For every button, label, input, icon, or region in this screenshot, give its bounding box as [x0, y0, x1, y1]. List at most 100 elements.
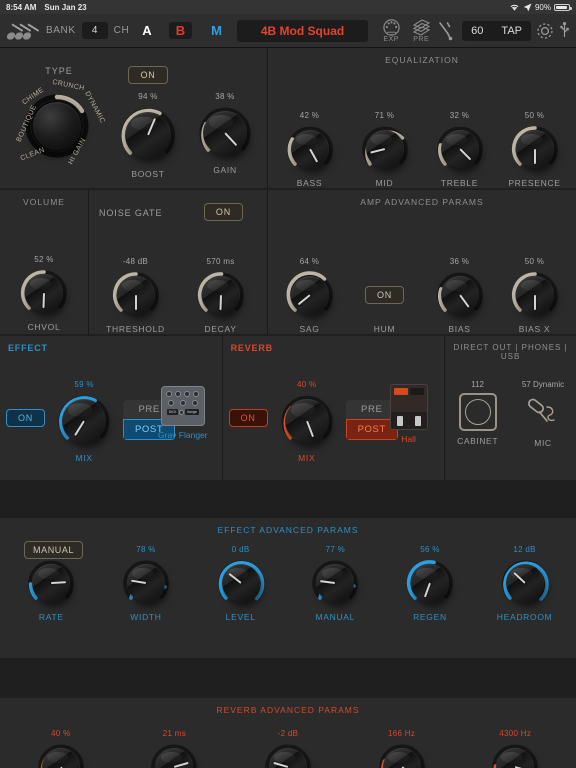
amp-type-selector[interactable]: BOUTIQUE CHIME CRUNCH DYNAMIC HI GAIN CL… [11, 79, 106, 172]
knob-bias: 36 % BIAS [429, 257, 491, 334]
bias-x-knob[interactable] [509, 269, 561, 321]
regen-label: REGEN [413, 612, 447, 622]
usb-icon[interactable] [559, 21, 570, 41]
knob-reverb-mix: 40 % MIX [274, 380, 340, 463]
boost-knob[interactable] [117, 104, 179, 166]
threshold-value: -48 dB [122, 257, 149, 266]
chvol-knob[interactable] [18, 267, 70, 319]
microphone-icon [527, 398, 555, 422]
gain-knob[interactable] [196, 104, 254, 162]
cabinet-selector[interactable]: 112 CABINET [457, 380, 498, 448]
effect-mix-value: 59 % [74, 380, 94, 389]
pre-button[interactable]: PRE [406, 18, 436, 43]
noise-gate-panel: NOISE GATE ON -48 dB THRESHOLD 570 ms DE… [89, 190, 267, 334]
cabinet-value: 112 [471, 380, 484, 389]
midi-din-icon [382, 18, 400, 36]
threshold-label: THRESHOLD [106, 324, 165, 334]
low-cut-value: 166 Hz [388, 729, 416, 738]
channel-b-button[interactable]: B [168, 22, 193, 39]
mid-label: MID [375, 178, 394, 188]
rate-knob[interactable] [25, 557, 77, 609]
reverb-mix-label: MIX [298, 453, 316, 463]
volume-panel: VOLUME 52 % CHVOL [0, 190, 88, 334]
hi-cut-knob[interactable] [489, 741, 541, 768]
reverb-mix-value: 40 % [297, 380, 317, 389]
knob-low-cut: 166 Hz LOW CUT [371, 729, 433, 768]
headroom-label: HEADROOM [496, 612, 553, 622]
tuning-fork-icon[interactable] [436, 19, 458, 43]
bank-label: BANK [46, 25, 76, 36]
knob-hi-cut: 4300 Hz HI CUT [484, 729, 546, 768]
level-fx-value: 0 dB [231, 545, 250, 554]
reverb-mix-knob[interactable] [278, 392, 336, 450]
sag-knob[interactable] [284, 269, 336, 321]
threshold-knob[interactable] [110, 269, 162, 321]
effect-on-button[interactable]: ON [6, 409, 46, 427]
mic-selector[interactable]: 57 Dynamic MIC [522, 380, 564, 448]
eq-title: EQUALIZATION [385, 55, 459, 65]
knob-manual: 77 % MANUAL [304, 545, 366, 622]
preset-name-field[interactable]: 4B Mod Squad [236, 19, 369, 42]
channel-m-button[interactable]: M [204, 22, 229, 39]
noise-gate-on-button[interactable]: ON [203, 203, 243, 221]
effect-title: EFFECT [8, 343, 48, 353]
predelay-knob[interactable] [148, 741, 200, 768]
reverb-title: REVERB [230, 343, 273, 353]
treble-knob[interactable] [434, 123, 486, 175]
level-fx-knob[interactable] [215, 557, 267, 609]
bass-knob[interactable] [284, 123, 336, 175]
rate-label: RATE [38, 612, 64, 622]
tempo-value[interactable]: 60 [462, 21, 492, 41]
effect-pedal-thumb[interactable]: DIGI flange Gray Flanger [158, 386, 208, 440]
presence-label: PRESENCE [508, 178, 561, 188]
knob-threshold: -48 dB THRESHOLD [105, 257, 167, 334]
tap-tempo-button[interactable]: TAP [492, 21, 531, 41]
knob-hum: ON HUM [354, 257, 416, 334]
low-cut-knob[interactable] [376, 741, 428, 768]
ios-status-bar: 8:54 AM Sun Jan 23 90% [0, 0, 576, 14]
manual-value: 77 % [325, 545, 346, 554]
bank-value[interactable]: 4 [81, 22, 108, 39]
channel-a-button[interactable]: A [135, 22, 158, 39]
width-knob[interactable] [120, 557, 172, 609]
width-label: WIDTH [130, 612, 162, 622]
fx-row: EFFECT ON 59 % MIX PRE POST DIGI flange … [0, 336, 576, 480]
exp-label: EXP [383, 35, 399, 43]
headroom-value: 12 dB [513, 545, 536, 554]
tempo-group[interactable]: 60 TAP [462, 20, 531, 41]
battery-icon [554, 3, 572, 11]
decay-knob[interactable] [195, 269, 247, 321]
reverb-on-button[interactable]: ON [228, 409, 268, 427]
three-guitars-icon[interactable] [6, 20, 40, 42]
manual-knob[interactable] [309, 557, 361, 609]
chvol-value: 52 % [34, 255, 54, 264]
bias-knob[interactable] [434, 269, 486, 321]
bias-value: 36 % [449, 257, 470, 266]
gear-icon[interactable] [535, 21, 555, 41]
exp-button[interactable]: EXP [376, 18, 406, 43]
knob-chvol: 52 % CHVOL [13, 255, 75, 332]
effect-mix-knob[interactable] [55, 392, 113, 450]
amp-row-1: TYPE BOUTIQUE CHIME CRUNCH DYNAMIC HI GA… [0, 48, 576, 188]
hum-on-button[interactable]: ON [364, 286, 405, 304]
reverb-pedal-thumb[interactable]: Hall [389, 384, 428, 444]
mid-knob[interactable] [359, 123, 411, 175]
regen-knob[interactable] [404, 557, 456, 609]
channel-label: CH [113, 25, 130, 36]
sag-value: 64 % [299, 257, 320, 266]
rv-level-knob[interactable] [262, 741, 314, 768]
effect-pedal-name: Gray Flanger [158, 430, 208, 440]
gray-flanger-pedal-icon: DIGI flange [160, 386, 205, 426]
row-gap [0, 480, 576, 482]
chvol-label: CHVOL [27, 322, 61, 332]
noise-gate-title: NOISE GATE [99, 208, 163, 218]
presence-knob[interactable] [509, 123, 561, 175]
rv-level-value: -2 dB [277, 729, 299, 738]
knob-rate: 16 % RATE [20, 545, 82, 622]
knob-decay: 570 ms DECAY [190, 257, 252, 334]
boost-on-button[interactable]: ON [128, 66, 168, 84]
battery-percent: 90% [534, 2, 551, 12]
rv-decay-knob[interactable] [35, 741, 87, 768]
headroom-knob[interactable] [499, 557, 551, 609]
bias-x-label: BIAS X [518, 324, 551, 334]
